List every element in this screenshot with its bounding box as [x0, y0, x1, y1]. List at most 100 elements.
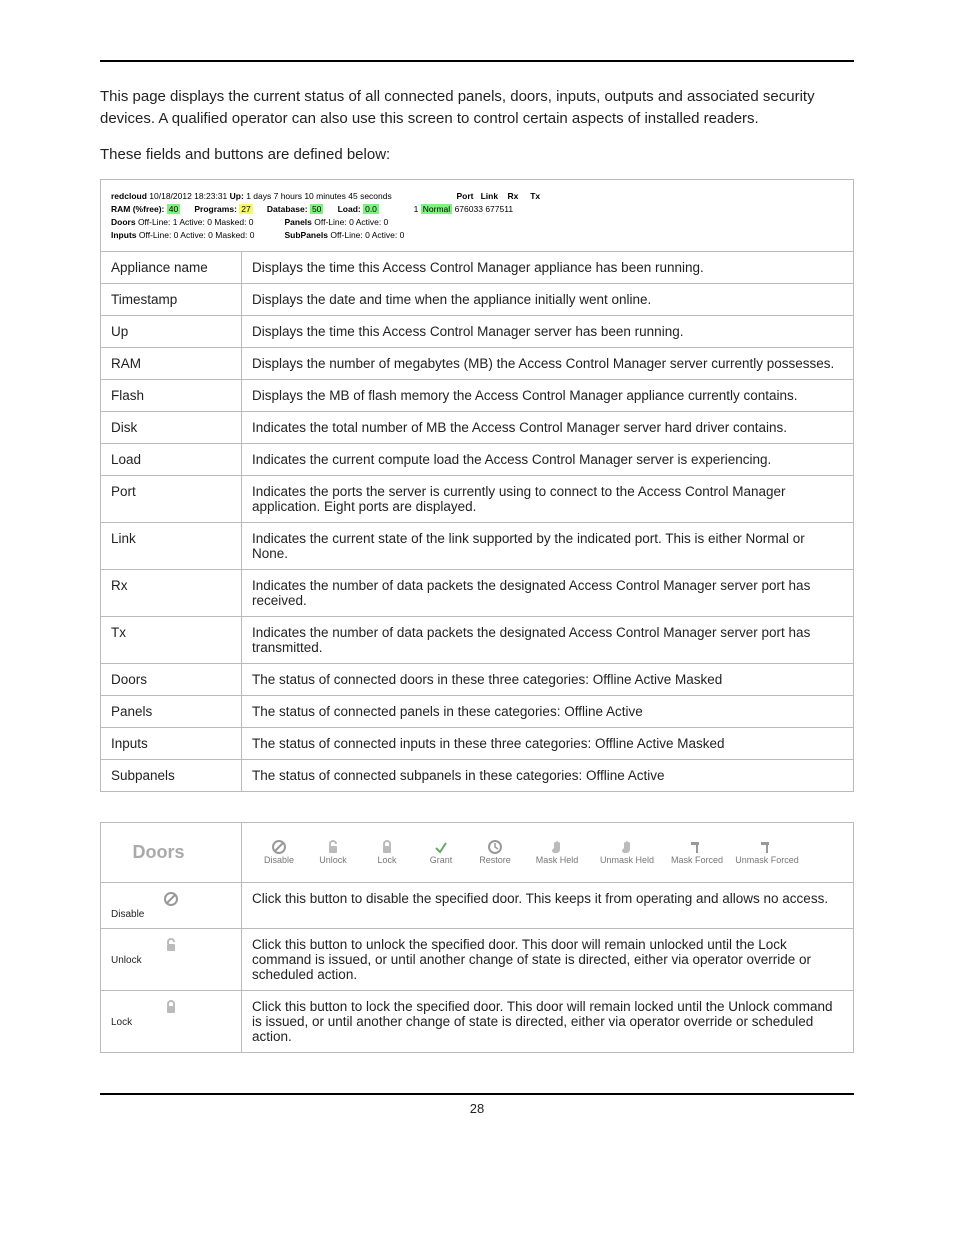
field-def-desc: Indicates the number of data packets the…	[242, 617, 854, 664]
toolbar-button-label: Lock	[377, 855, 396, 865]
field-def-row: SubpanelsThe status of connected subpane…	[101, 760, 854, 792]
status-host: redcloud	[111, 191, 147, 201]
toolbar-button-lock[interactable]: Lock	[360, 837, 414, 868]
field-def-term: Appliance name	[101, 252, 242, 284]
door-cmd-row: Lock Click this button to lock the specif…	[101, 991, 854, 1053]
unlock-icon	[163, 937, 179, 953]
field-def-desc: Indicates the number of data packets the…	[242, 570, 854, 617]
field-def-desc: The status of connected subpanels in the…	[242, 760, 854, 792]
status-link-hdr: Link	[481, 191, 498, 201]
page-footer: 28	[100, 1093, 854, 1116]
status-load-value: 0.0	[363, 204, 379, 214]
field-def-row: DoorsThe status of connected doors in th…	[101, 664, 854, 696]
lock-icon	[163, 999, 179, 1015]
door-commands-table: Doors Disable Unlock Lock Grant Restore Mask …	[100, 822, 854, 1053]
field-def-desc: The status of connected doors in these t…	[242, 664, 854, 696]
field-def-row: TxIndicates the number of data packets t…	[101, 617, 854, 664]
door-cmd-label: Lock	[111, 1017, 231, 1028]
disable-icon	[163, 891, 179, 907]
toolbar-button-mask-forced[interactable]: Mask Forced	[662, 837, 732, 868]
status-subpanels-value: Off-Line: 0 Active: 0	[330, 230, 404, 240]
field-def-desc: Displays the number of megabytes (MB) th…	[242, 348, 854, 380]
field-def-term: Load	[101, 444, 242, 476]
field-def-term: Subpanels	[101, 760, 242, 792]
field-def-term: Port	[101, 476, 242, 523]
toolbar-button-label: Restore	[479, 855, 511, 865]
doors-toolbar-title: Doors	[111, 842, 206, 863]
status-ram-value: 40	[167, 204, 180, 214]
toolbar-button-unmask-forced[interactable]: Unmask Forced	[732, 837, 802, 868]
toolbar-button-label: Grant	[430, 855, 453, 865]
doors-toolbar: Disable Unlock Lock Grant Restore Mask Held Un…	[252, 833, 843, 872]
intro-paragraph-1: This page displays the current status of…	[100, 86, 854, 130]
toolbar-button-restore[interactable]: Restore	[468, 837, 522, 868]
field-def-row: PanelsThe status of connected panels in …	[101, 696, 854, 728]
toolbar-button-grant[interactable]: Grant	[414, 837, 468, 868]
toolbar-button-unlock[interactable]: Unlock	[306, 837, 360, 868]
toolbar-button-disable[interactable]: Disable	[252, 837, 306, 868]
door-cmd-desc: Click this button to lock the specified …	[242, 991, 854, 1053]
status-panels-value: Off-Line: 0 Active: 0	[314, 217, 388, 227]
grant-icon	[433, 839, 449, 855]
field-def-term: Up	[101, 316, 242, 348]
field-def-desc: The status of connected inputs in these …	[242, 728, 854, 760]
field-def-row: PortIndicates the ports the server is cu…	[101, 476, 854, 523]
door-cmd-button-lock[interactable]: Lock	[101, 991, 242, 1053]
status-subpanels-label: SubPanels	[284, 230, 327, 240]
field-def-row: InputsThe status of connected inputs in …	[101, 728, 854, 760]
toolbar-button-label: Unmask Forced	[735, 855, 799, 865]
status-ram-label: RAM (%free):	[111, 204, 164, 214]
toolbar-button-mask-held[interactable]: Mask Held	[522, 837, 592, 868]
status-up-value: 1 days 7 hours 10 minutes 45 seconds	[246, 191, 392, 201]
status-tx-hdr: Tx	[530, 191, 540, 201]
door-cmd-label: Unlock	[111, 955, 231, 966]
field-definitions-table: redcloud 10/18/2012 18:23:31 Up: 1 days …	[100, 179, 854, 792]
status-database-value: 50	[310, 204, 323, 214]
toolbar-button-label: Disable	[264, 855, 294, 865]
top-rule	[100, 60, 854, 62]
status-tx-value: 677511	[485, 204, 513, 214]
field-def-term: Panels	[101, 696, 242, 728]
status-port-num: 1	[414, 204, 419, 214]
field-def-desc: Indicates the current compute load the A…	[242, 444, 854, 476]
toolbar-button-unmask-held[interactable]: Unmask Held	[592, 837, 662, 868]
field-def-desc: The status of connected panels in these …	[242, 696, 854, 728]
page-number: 28	[470, 1101, 484, 1116]
toolbar-button-label: Unmask Held	[600, 855, 654, 865]
field-def-term: Flash	[101, 380, 242, 412]
field-def-term: Link	[101, 523, 242, 570]
lock-icon	[379, 839, 395, 855]
status-header-block: redcloud 10/18/2012 18:23:31 Up: 1 days …	[111, 190, 843, 241]
intro-paragraph-2: These fields and buttons are defined bel…	[100, 144, 854, 166]
status-inputs-value: Off-Line: 0 Active: 0 Masked: 0	[139, 230, 255, 240]
door-cmd-button-unlock[interactable]: Unlock	[101, 929, 242, 991]
mask-forced-icon	[689, 839, 705, 855]
field-def-row: RAMDisplays the number of megabytes (MB)…	[101, 348, 854, 380]
door-cmd-button-disable[interactable]: Disable	[101, 883, 242, 929]
field-def-desc: Indicates the total number of MB the Acc…	[242, 412, 854, 444]
field-def-desc: Indicates the current state of the link …	[242, 523, 854, 570]
door-cmd-row: DisableClick this button to disable the …	[101, 883, 854, 929]
status-rx-value: 676033	[455, 204, 483, 214]
status-programs-value: 27	[239, 204, 252, 214]
toolbar-button-label: Unlock	[319, 855, 347, 865]
field-def-desc: Displays the time this Access Control Ma…	[242, 252, 854, 284]
door-cmd-desc: Click this button to disable the specifi…	[242, 883, 854, 929]
door-cmd-desc: Click this button to unlock the specifie…	[242, 929, 854, 991]
status-load-label: Load:	[338, 204, 361, 214]
door-cmd-row: Unlock Click this button to unlock the sp…	[101, 929, 854, 991]
field-def-term: Rx	[101, 570, 242, 617]
field-def-term: Timestamp	[101, 284, 242, 316]
status-database-label: Database:	[267, 204, 308, 214]
field-def-desc: Displays the time this Access Control Ma…	[242, 316, 854, 348]
toolbar-button-label: Mask Forced	[671, 855, 723, 865]
status-doors-value: Off-Line: 1 Active: 0 Masked: 0	[138, 217, 254, 227]
unlock-icon	[325, 839, 341, 855]
mask-held-icon	[549, 839, 565, 855]
field-def-term: Doors	[101, 664, 242, 696]
status-inputs-label: Inputs	[111, 230, 137, 240]
field-def-row: RxIndicates the number of data packets t…	[101, 570, 854, 617]
field-def-row: DiskIndicates the total number of MB the…	[101, 412, 854, 444]
field-def-term: Disk	[101, 412, 242, 444]
status-timestamp: 10/18/2012 18:23:31	[149, 191, 227, 201]
